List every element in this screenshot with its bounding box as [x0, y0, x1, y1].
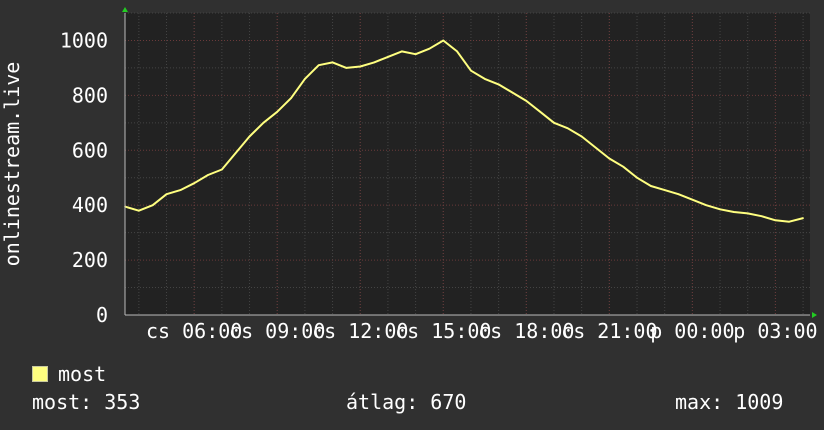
data-point — [483, 78, 486, 80]
data-point — [165, 193, 168, 195]
y-tick-label: 800 — [72, 83, 108, 107]
x-axis-ticks: cs 06:00cs 09:00cs 12:00cs 15:00cs 18:00… — [146, 319, 818, 343]
data-point — [345, 67, 348, 69]
data-point — [317, 64, 320, 66]
x-tick-label: p 00:00 — [650, 319, 734, 343]
data-point — [414, 53, 417, 55]
data-point — [373, 61, 375, 64]
stat-current: most: 353 — [32, 390, 141, 414]
data-point — [705, 204, 708, 206]
data-point — [221, 168, 223, 171]
data-point — [456, 50, 458, 53]
x-tick-label: cs 06:00 — [146, 319, 242, 343]
data-point — [802, 217, 804, 219]
y-tick-label: 0 — [96, 303, 108, 327]
y-tick-label: 200 — [72, 248, 108, 272]
data-point — [774, 219, 777, 222]
data-point — [788, 220, 791, 223]
data-point — [525, 100, 528, 102]
data-point — [580, 135, 583, 138]
legend-label: most — [58, 362, 107, 386]
data-point — [470, 69, 472, 72]
x-tick-label: cs 09:00 — [229, 319, 325, 343]
data-point — [234, 152, 237, 154]
data-point — [719, 208, 721, 211]
data-point — [539, 111, 541, 113]
data-point — [304, 78, 306, 80]
data-point — [331, 61, 334, 64]
data-point — [608, 157, 611, 160]
x-tick-label: cs 21:00 — [561, 319, 657, 343]
data-point — [691, 198, 694, 201]
data-point — [663, 189, 666, 191]
data-point — [151, 204, 154, 206]
x-axis-arrow-icon — [812, 312, 817, 318]
data-point — [400, 50, 403, 53]
data-point — [677, 193, 680, 195]
line-chart: 0 200 400 600 800 1000 cs 06:00cs 09:00cs 12:… — [0, 7, 818, 343]
legend-swatch — [32, 366, 48, 382]
data-point — [359, 65, 362, 68]
data-point — [511, 91, 514, 94]
data-point — [622, 165, 624, 168]
y-tick-label: 1000 — [60, 28, 108, 52]
data-point — [276, 111, 279, 113]
data-point — [138, 209, 140, 212]
y-axis-arrow-icon — [122, 7, 128, 12]
data-point — [567, 127, 569, 130]
data-point — [179, 189, 182, 191]
y-tick-label: 600 — [72, 138, 108, 162]
data-point — [262, 122, 265, 124]
data-point — [553, 122, 555, 124]
y-tick-label: 400 — [72, 193, 108, 217]
data-point — [746, 212, 749, 215]
data-point — [387, 56, 389, 58]
data-point — [497, 83, 500, 86]
data-point — [760, 215, 763, 217]
data-point — [594, 146, 597, 149]
data-point — [207, 174, 209, 176]
y-axis-ticks: 0 200 400 600 800 1000 — [60, 28, 108, 327]
x-tick-label: p 03:00 — [733, 319, 817, 343]
data-point — [248, 135, 251, 138]
y-axis-label: onlinestream.live — [0, 62, 24, 267]
legend: most — [32, 362, 106, 386]
x-tick-label: cs 15:00 — [395, 319, 491, 343]
data-point — [290, 97, 292, 99]
data-point — [428, 47, 431, 50]
data-point — [193, 182, 195, 185]
stat-max: max: 1009 — [675, 390, 784, 414]
x-tick-label: cs 18:00 — [478, 319, 574, 343]
data-point — [442, 39, 445, 42]
x-tick-label: cs 12:00 — [312, 319, 408, 343]
data-point — [636, 176, 638, 179]
data-point — [650, 185, 652, 187]
stat-average: átlag: 670 — [346, 390, 467, 414]
data-point — [733, 211, 735, 213]
